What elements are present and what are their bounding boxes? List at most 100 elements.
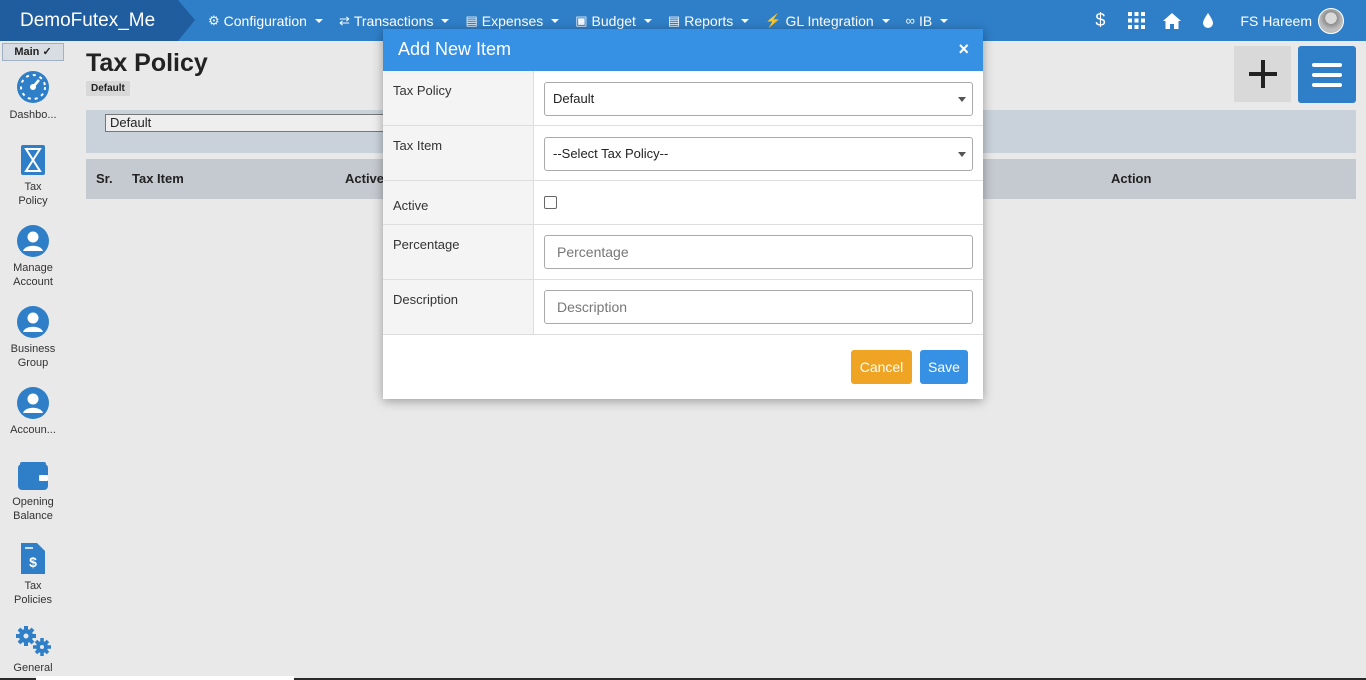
sidebar-item-tax-policies[interactable]: $ Tax Policies bbox=[0, 542, 66, 607]
menu-expenses[interactable]: ▤ Expenses bbox=[465, 12, 560, 29]
menu-configuration-label: Configuration bbox=[223, 12, 307, 29]
menu-transactions[interactable]: ⇄ Transactions bbox=[339, 13, 450, 29]
dashboard-icon bbox=[17, 71, 49, 103]
sidebar: Main ✓ Dashbo... Tax Policy Manage Accou… bbox=[0, 41, 66, 680]
policy-filter-select[interactable]: Default bbox=[105, 114, 405, 132]
chevron-down-icon bbox=[958, 152, 966, 157]
form-row-tax-policy: Tax Policy Default bbox=[383, 71, 983, 126]
grid-icon[interactable] bbox=[1118, 12, 1154, 29]
tax-policy-value: Default bbox=[553, 91, 595, 106]
sidebar-item-label: Business Group bbox=[10, 343, 56, 369]
modal-header: Add New Item × bbox=[383, 29, 983, 71]
tax-item-label: Tax Item bbox=[383, 126, 534, 180]
horizontal-scrollbar[interactable] bbox=[36, 676, 294, 680]
menu-budget-label: Budget bbox=[591, 12, 636, 29]
sidebar-item-label: Tax Policies bbox=[14, 580, 52, 606]
description-input[interactable]: Description bbox=[544, 290, 973, 324]
policy-badge: Default bbox=[86, 81, 130, 96]
sidebar-item-manage-account[interactable]: Manage Account bbox=[0, 225, 66, 289]
hourglass-icon bbox=[21, 145, 45, 175]
tax-item-select[interactable]: --Select Tax Policy-- bbox=[544, 137, 973, 171]
active-label: Active bbox=[383, 181, 534, 224]
report-icon: ▤ bbox=[667, 12, 681, 28]
user-icon bbox=[17, 387, 49, 419]
sidebar-item-opening-balance[interactable]: Opening Balance bbox=[0, 461, 66, 523]
form-row-active: Active bbox=[383, 181, 983, 225]
sidebar-item-dashboard[interactable]: Dashbo... bbox=[0, 70, 66, 122]
modal-title: Add New Item bbox=[398, 39, 512, 59]
hamburger-menu-button[interactable] bbox=[1298, 46, 1356, 103]
sidebar-item-general[interactable]: General bbox=[0, 625, 66, 675]
sidebar-item-label: General bbox=[13, 662, 53, 674]
header-actions: $ FS Hareem bbox=[1082, 0, 1366, 41]
caret-down-icon bbox=[741, 18, 750, 23]
tax-item-value: --Select Tax Policy-- bbox=[553, 146, 669, 161]
caret-down-icon bbox=[551, 18, 560, 23]
home-icon[interactable] bbox=[1154, 12, 1190, 30]
plus-icon bbox=[1248, 60, 1277, 88]
menu-ib[interactable]: ∞ IB bbox=[906, 13, 949, 29]
user-menu[interactable]: FS Hareem bbox=[1240, 7, 1344, 34]
sidebar-item-label: Tax Policy bbox=[18, 181, 48, 207]
link-icon: ∞ bbox=[905, 13, 915, 28]
gears-icon bbox=[16, 626, 51, 656]
tax-policy-label: Tax Policy bbox=[383, 71, 534, 125]
page-title: Tax Policy bbox=[86, 49, 208, 77]
menu-transactions-label: Transactions bbox=[353, 12, 434, 29]
menu-expenses-label: Expenses bbox=[481, 12, 544, 29]
active-checkbox[interactable] bbox=[544, 196, 557, 209]
tax-policy-select[interactable]: Default bbox=[544, 82, 973, 116]
sidebar-item-label: Accoun... bbox=[10, 424, 56, 436]
save-button[interactable]: Save bbox=[920, 350, 968, 384]
wallet-icon bbox=[18, 462, 48, 490]
sidebar-item-label: Manage Account bbox=[13, 262, 53, 288]
wallet-icon: ▣ bbox=[575, 12, 588, 28]
menu-budget[interactable]: ▣ Budget bbox=[575, 13, 652, 29]
sidebar-item-business-group[interactable]: Business Group bbox=[0, 306, 66, 370]
plug-icon: ⚡ bbox=[765, 12, 782, 28]
sidebar-item-label: Dashbo... bbox=[9, 109, 57, 121]
sidebar-item-accounts[interactable]: Accoun... bbox=[0, 387, 66, 437]
menu-gl-integration[interactable]: ⚡ GL Integration bbox=[765, 12, 890, 29]
user-name: FS Hareem bbox=[1240, 12, 1312, 29]
svg-text:$: $ bbox=[29, 554, 37, 570]
add-item-button[interactable] bbox=[1234, 46, 1291, 102]
caret-down-icon bbox=[940, 18, 949, 23]
form-row-tax-item: Tax Item --Select Tax Policy-- bbox=[383, 126, 983, 181]
menu-gl-integration-label: GL Integration bbox=[785, 12, 874, 29]
menu-reports[interactable]: ▤ Reports bbox=[667, 12, 750, 29]
caret-down-icon bbox=[881, 18, 890, 23]
gears-icon: ⚙ bbox=[208, 12, 220, 28]
caret-down-icon bbox=[441, 18, 450, 23]
menu-ib-label: IB bbox=[918, 12, 933, 29]
form-row-description: Description Description bbox=[383, 280, 983, 335]
hamburger-icon bbox=[1312, 62, 1342, 67]
brand-logo[interactable]: DemoFutex_Me bbox=[0, 0, 195, 41]
caret-down-icon bbox=[643, 18, 652, 23]
document-icon: ▤ bbox=[465, 12, 478, 28]
description-label: Description bbox=[383, 280, 534, 334]
invoice-icon: $ bbox=[21, 543, 45, 574]
main-tab[interactable]: Main ✓ bbox=[2, 43, 64, 61]
chevron-down-icon bbox=[958, 97, 966, 102]
cancel-button[interactable]: Cancel bbox=[851, 350, 912, 384]
dollar-icon[interactable]: $ bbox=[1082, 10, 1118, 31]
sidebar-item-label: Opening Balance bbox=[12, 496, 54, 522]
form-row-percentage: Percentage Percentage bbox=[383, 225, 983, 280]
column-header-sr: Sr. bbox=[96, 171, 113, 186]
exchange-icon: ⇄ bbox=[338, 12, 350, 28]
caret-down-icon bbox=[314, 18, 323, 23]
column-header-action: Action bbox=[1111, 171, 1152, 186]
user-icon bbox=[17, 306, 49, 338]
user-icon bbox=[17, 225, 49, 257]
percentage-label: Percentage bbox=[383, 225, 534, 279]
menu-reports-label: Reports bbox=[684, 12, 734, 29]
percentage-input[interactable]: Percentage bbox=[544, 235, 973, 269]
menu-configuration[interactable]: ⚙ Configuration bbox=[208, 13, 323, 29]
drop-icon[interactable] bbox=[1190, 12, 1226, 29]
column-header-active: Active bbox=[345, 171, 385, 186]
close-icon[interactable]: × bbox=[958, 29, 969, 69]
column-header-tax-item: Tax Item bbox=[132, 171, 184, 186]
sidebar-item-tax-policy[interactable]: Tax Policy bbox=[0, 144, 66, 208]
avatar bbox=[1318, 7, 1344, 34]
